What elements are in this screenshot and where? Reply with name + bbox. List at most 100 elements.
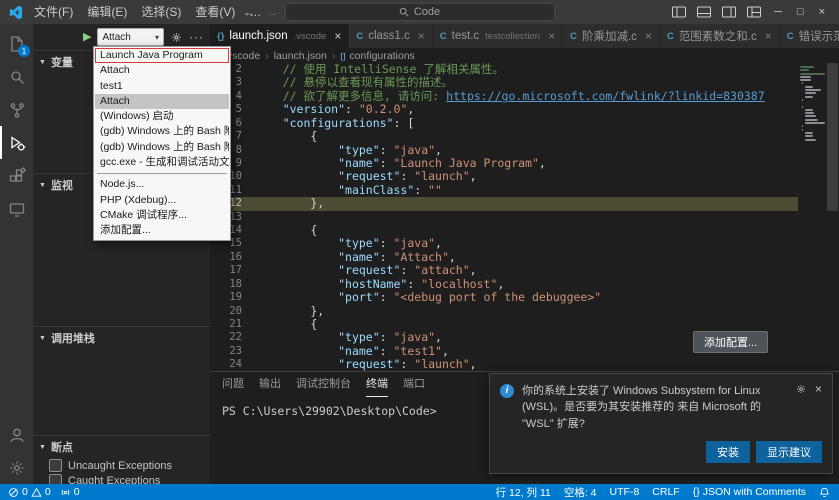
close-tab-icon[interactable]: × — [548, 29, 555, 43]
panel-tab[interactable]: 输出 — [259, 372, 281, 397]
close-tab-icon[interactable]: × — [645, 29, 652, 43]
code-line[interactable]: 8 "type": "java", — [210, 143, 798, 157]
section-breakpoints[interactable]: ▼ 断点 — [33, 435, 210, 458]
breadcrumb-item[interactable]: configurations — [349, 50, 414, 62]
code-line[interactable]: 13 — [210, 211, 798, 224]
code-line[interactable]: 14 { — [210, 223, 798, 237]
problems-indicator[interactable]: 0 0 — [8, 486, 51, 498]
editor-tab[interactable]: C 范围素数之和.c × — [659, 24, 780, 48]
dropdown-item[interactable]: 添加配置... — [95, 223, 229, 238]
editor-tab[interactable]: {} launch.json .vscode × — [210, 24, 350, 48]
menu-item[interactable]: 查看(V) — [188, 0, 242, 24]
code-line[interactable]: 6 "configurations": [ — [210, 116, 798, 130]
source-control-icon[interactable] — [0, 93, 33, 126]
panel-tab[interactable]: 调试控制台 — [296, 372, 351, 397]
dropdown-item[interactable]: CMake 调试程序... — [95, 208, 229, 223]
debug-config-select[interactable]: Attach ▾ — [97, 28, 164, 46]
notification-message: 你的系统上安装了 Windows Subsystem for Linux (WS… — [522, 384, 761, 430]
dropdown-item[interactable]: (gdb) Windows 上的 Bash 附加 — [95, 124, 229, 139]
forward-button[interactable]: → — [266, 5, 278, 19]
maximize-button[interactable]: □ — [795, 6, 806, 18]
editor-tab[interactable]: C 阶乘加减.c × — [563, 24, 660, 48]
panel-tab[interactable]: 问题 — [222, 372, 244, 397]
menu-item[interactable]: 文件(F) — [27, 0, 80, 24]
extensions-icon[interactable] — [0, 159, 33, 192]
panel-tab[interactable]: 端口 — [403, 372, 425, 397]
scrollbar-thumb[interactable] — [827, 63, 838, 211]
dropdown-item[interactable]: Node.js... — [95, 177, 229, 192]
code-line[interactable]: 2 // 使用 IntelliSense 了解相关属性。 — [210, 63, 798, 76]
close-window-button[interactable]: × — [817, 6, 827, 18]
code-line[interactable]: 11 "mainClass": "" — [210, 183, 798, 197]
notifications-bell-icon[interactable] — [819, 487, 830, 498]
encoding[interactable]: UTF-8 — [610, 486, 640, 498]
editor-scrollbar[interactable] — [826, 63, 839, 371]
code-line[interactable]: 20 }, — [210, 304, 798, 318]
code-line[interactable]: 9 "name": "Launch Java Program", — [210, 156, 798, 170]
toggle-panel-icon[interactable] — [697, 6, 712, 18]
start-debug-icon[interactable]: ▶ — [83, 31, 91, 43]
explorer-icon[interactable]: 1 — [0, 27, 33, 60]
back-button[interactable]: ← — [243, 5, 255, 19]
indentation[interactable]: 空格: 4 — [564, 485, 597, 500]
add-configuration-button[interactable]: 添加配置... — [693, 331, 769, 353]
editor-tab[interactable]: Ctest.c testcollection × — [432, 24, 564, 48]
code-line[interactable]: 10 "request": "launch", — [210, 170, 798, 183]
minimap[interactable] — [798, 63, 826, 371]
notification-button[interactable]: 安装 — [706, 441, 750, 463]
eol-sequence[interactable]: CRLF — [652, 486, 679, 498]
code-line[interactable]: 12 }, — [210, 197, 798, 211]
close-tab-icon[interactable]: × — [765, 29, 772, 43]
code-line[interactable]: 4 // 欲了解更多信息, 请访问: https://go.microsoft.… — [210, 89, 798, 103]
cursor-position[interactable]: 行 12, 列 11 — [496, 485, 551, 500]
language-mode[interactable]: {} JSON with Comments — [693, 486, 806, 498]
menu-item[interactable]: 选择(S) — [134, 0, 188, 24]
remote-explorer-icon[interactable] — [0, 192, 33, 225]
run-debug-icon[interactable] — [0, 126, 33, 159]
customize-layout-icon[interactable] — [747, 6, 762, 18]
editor-tab[interactable]: C错误示范1.c× — [779, 24, 839, 48]
menu-item[interactable]: 编辑(E) — [80, 0, 134, 24]
warning-icon — [31, 487, 42, 497]
dropdown-item[interactable]: (gdb) Windows 上的 Bash 附加 — [95, 140, 229, 155]
code-line[interactable]: 16 "name": "Attach", — [210, 250, 798, 264]
code-line[interactable]: 7 { — [210, 129, 798, 143]
dropdown-item[interactable]: Launch Java Program — [95, 48, 229, 64]
notification-settings-gear-icon[interactable] — [795, 383, 807, 395]
code-line[interactable]: 15 "type": "java", — [210, 237, 798, 250]
account-icon[interactable] — [0, 418, 33, 451]
search-view-icon[interactable] — [0, 60, 33, 93]
dropdown-item[interactable]: test1 — [95, 79, 229, 94]
minimize-button[interactable]: ─ — [772, 6, 784, 18]
code-line[interactable]: 17 "request": "attach", — [210, 264, 798, 277]
view-more-actions-icon[interactable]: ··· — [189, 30, 204, 44]
settings-gear-icon[interactable] — [0, 451, 33, 484]
panel-tab[interactable]: 终端 — [366, 372, 388, 397]
breakpoint-item[interactable]: Uncaught Exceptions — [33, 458, 210, 473]
code-line[interactable]: 3 // 悬停以查看现有属性的描述。 — [210, 76, 798, 89]
section-callstack[interactable]: ▼ 调用堆栈 — [33, 326, 210, 349]
debug-settings-gear-icon[interactable] — [170, 31, 183, 44]
notification-button[interactable]: 显示建议 — [756, 441, 822, 463]
code-line[interactable]: 24 "request": "launch", — [210, 358, 798, 371]
close-tab-icon[interactable]: × — [418, 29, 425, 43]
dropdown-item[interactable]: Attach — [95, 63, 229, 78]
editor-tab[interactable]: Cclass1.c × — [349, 24, 433, 48]
code-line[interactable]: 5 "version": "0.2.0", — [210, 103, 798, 116]
dropdown-item[interactable]: PHP (Xdebug)... — [95, 193, 229, 208]
toggle-secondary-sidebar-icon[interactable] — [722, 6, 737, 18]
checkbox[interactable] — [49, 459, 62, 472]
code-line[interactable]: 19 "port": "<debug port of the debuggee>… — [210, 290, 798, 304]
code-line[interactable]: 18 "hostName": "localhost", — [210, 277, 798, 291]
breadcrumb-item[interactable]: launch.json — [274, 50, 327, 62]
dropdown-item[interactable]: gcc.exe - 生成和调试活动文件 — [95, 155, 229, 170]
code-line[interactable]: 21 { — [210, 317, 798, 331]
command-center-search[interactable]: Code — [284, 3, 555, 21]
dropdown-item[interactable]: (Windows) 启动 — [95, 109, 229, 124]
ports-indicator[interactable]: 0 — [60, 486, 80, 498]
toggle-sidebar-icon[interactable] — [672, 6, 687, 18]
line-number: 19 — [229, 291, 242, 304]
close-tab-icon[interactable]: × — [334, 29, 341, 43]
close-notification-icon[interactable]: × — [815, 383, 822, 395]
dropdown-item[interactable]: Attach — [95, 93, 229, 110]
